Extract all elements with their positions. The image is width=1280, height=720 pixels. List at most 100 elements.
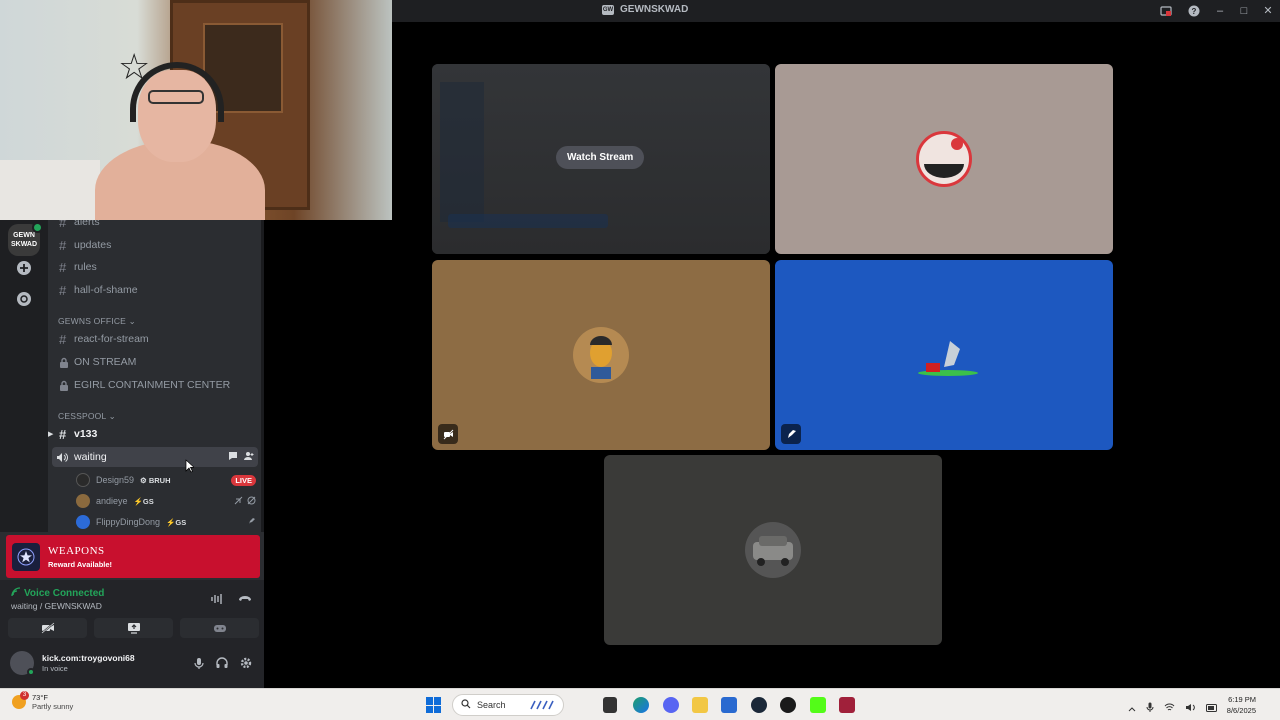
headphones-icon[interactable]: [216, 656, 228, 674]
chevron-down-icon: ⌄: [128, 316, 136, 326]
reward-banner[interactable]: WEAPONS Reward Available!: [6, 535, 260, 578]
member-status: [234, 496, 258, 507]
participant-tile-1[interactable]: [775, 64, 1113, 254]
channel-hall-of-shame[interactable]: # hall-of-shame: [56, 280, 258, 300]
voice-member-design59[interactable]: Design59 ⚙ BRUH LIVE: [76, 470, 258, 490]
hash-icon: #: [59, 426, 67, 442]
mouse-cursor-icon: [185, 459, 195, 473]
voice-member-andieye[interactable]: andieye ⚡GS: [76, 491, 258, 511]
activities-button[interactable]: [180, 618, 259, 638]
unread-indicator-icon: ▶: [48, 431, 54, 438]
voice-control-buttons: [8, 618, 259, 638]
weather-desc: Partly sunny: [32, 702, 74, 711]
member-tag-text: GS: [142, 496, 154, 506]
participant-avatar: [916, 327, 978, 383]
voice-channel-waiting[interactable]: waiting: [52, 447, 258, 467]
voice-panel-actions: [211, 592, 252, 610]
hash-icon: #: [59, 331, 67, 347]
help-icon[interactable]: ?: [1180, 0, 1208, 22]
explore-servers-icon[interactable]: [16, 291, 32, 307]
steam-icon[interactable]: [751, 697, 767, 713]
edge-icon[interactable]: [633, 697, 649, 713]
app-g-icon[interactable]: [780, 697, 796, 713]
camera-toggle-button[interactable]: [8, 618, 87, 638]
lock-icon: [56, 357, 74, 368]
hash-icon: #: [59, 220, 67, 230]
star-icon: ☆: [118, 46, 151, 87]
clock-date: 8/6/2025: [1226, 706, 1256, 715]
watch-stream-button[interactable]: Watch Stream: [556, 146, 645, 169]
channel-react-for-stream[interactable]: # react-for-stream: [56, 329, 258, 349]
taskbar-search[interactable]: Search: [452, 694, 564, 716]
voice-connected-status[interactable]: Voice Connected: [11, 587, 104, 600]
discord-taskbar-icon[interactable]: [663, 697, 679, 713]
reward-title: WEAPONS: [48, 544, 105, 557]
weather-sun-icon: 3: [12, 691, 29, 709]
channel-egirl-containment-center[interactable]: EGIRL CONTAINMENT CENTER: [56, 375, 258, 395]
windows-taskbar: 3 73°F Partly sunny Search 6:19 PM 8/6/2…: [0, 688, 1280, 720]
screen-share-button[interactable]: [94, 618, 173, 638]
volume-icon[interactable]: [1185, 699, 1196, 717]
participant-tile-4[interactable]: [604, 455, 942, 645]
category-gewns-office[interactable]: GEWNS OFFICE ⌄: [58, 316, 136, 327]
windows-logo-pane: [434, 697, 441, 705]
maximize-button[interactable]: □: [1232, 0, 1256, 22]
user-panel[interactable]: kick.com:troygovoni68 In voice: [10, 651, 135, 676]
category-label: CESSPOOL: [58, 411, 107, 421]
category-cesspool[interactable]: CESSPOOL ⌄: [58, 411, 116, 422]
webcam-table: [0, 160, 100, 220]
channel-rules[interactable]: # rules: [56, 257, 258, 277]
soundboard-icon[interactable]: [211, 592, 224, 610]
channel-on-stream[interactable]: ON STREAM: [56, 352, 258, 372]
avatar: [76, 494, 90, 508]
close-button[interactable]: ✕: [1256, 0, 1280, 22]
voice-panel: Voice Connected waiting / GEWNSKWAD kick…: [0, 580, 264, 688]
channel-v133[interactable]: # v133: [56, 424, 258, 444]
participant-tile-2[interactable]: [432, 260, 770, 450]
voice-location[interactable]: waiting / GEWNSKWAD: [11, 601, 102, 611]
invite-icon[interactable]: [244, 451, 254, 464]
channel-label: EGIRL CONTAINMENT CENTER: [74, 379, 231, 391]
app-red-icon[interactable]: [839, 697, 855, 713]
voice-channel-actions: [228, 451, 258, 464]
reward-subtitle: Reward Available!: [48, 559, 113, 569]
video-off-icon: [234, 496, 243, 507]
microphone-icon[interactable]: [194, 656, 204, 674]
speaker-icon: [56, 452, 74, 463]
start-button[interactable]: [426, 697, 442, 713]
rocket-icon: [247, 517, 256, 528]
hash-icon: #: [59, 282, 67, 298]
weather-widget[interactable]: 3 73°F Partly sunny: [12, 691, 73, 711]
kick-icon[interactable]: [810, 697, 826, 713]
user-info: kick.com:troygovoni68 In voice: [34, 653, 135, 673]
channel-label: rules: [74, 261, 97, 273]
windows-logo-pane: [426, 697, 433, 705]
minimize-button[interactable]: –: [1208, 0, 1232, 22]
chevron-up-icon[interactable]: [1128, 699, 1136, 717]
disconnect-icon[interactable]: [238, 592, 252, 610]
channel-label: hall-of-shame: [74, 284, 138, 296]
member-tag-text: GS: [175, 517, 187, 527]
inbox-icon[interactable]: [1152, 0, 1180, 22]
svg-text:?: ?: [1192, 7, 1197, 16]
add-server-icon[interactable]: [16, 260, 32, 276]
channel-alerts[interactable]: # alerts: [56, 220, 258, 232]
chat-icon[interactable]: [228, 451, 238, 464]
file-explorer-icon[interactable]: [692, 697, 708, 713]
webcam-overlay: ☆: [0, 0, 392, 220]
user-status: In voice: [42, 664, 68, 673]
microphone-tray-icon[interactable]: [1146, 699, 1154, 717]
task-view-icon[interactable]: [603, 697, 617, 713]
wifi-icon[interactable]: [1164, 699, 1175, 717]
battery-icon[interactable]: [1206, 699, 1218, 717]
channel-updates[interactable]: # updates: [56, 235, 258, 255]
stream-tile-design59[interactable]: Watch Stream: [432, 64, 770, 254]
user-controls: [194, 656, 252, 674]
signal-icon: [11, 587, 21, 600]
weather-text: 73°F Partly sunny: [32, 693, 73, 711]
participant-tile-3[interactable]: [775, 260, 1113, 450]
voice-member-flippydingdong[interactable]: FlippyDingDong ⚡GS: [76, 512, 258, 532]
store-icon[interactable]: [721, 697, 737, 713]
taskbar-clock[interactable]: 6:19 PM 8/6/2025: [1227, 694, 1256, 716]
gear-icon[interactable]: [240, 656, 252, 674]
